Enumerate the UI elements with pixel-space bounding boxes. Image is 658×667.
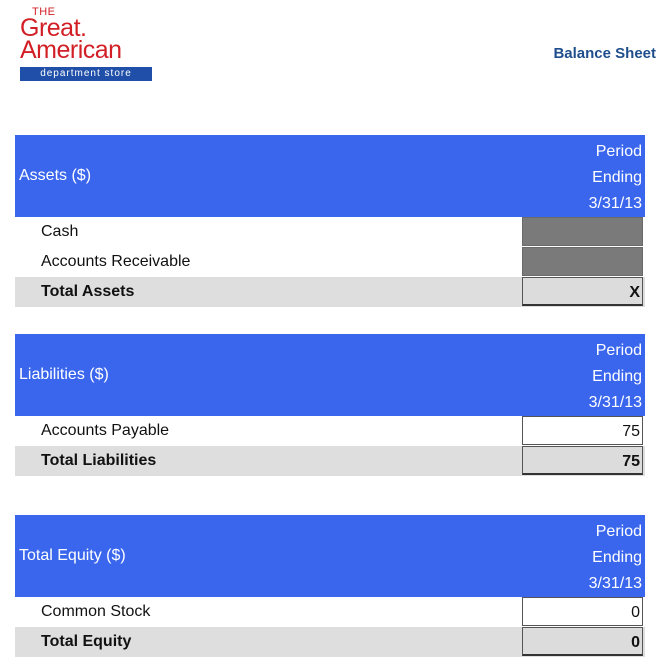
period-header: Period Ending 3/31/13 xyxy=(589,338,642,416)
liabilities-header: Liabilities ($) Period Ending 3/31/13 xyxy=(15,334,645,416)
accounts-receivable-value-cell[interactable] xyxy=(522,247,643,276)
company-logo: THE Great. American department store xyxy=(20,6,154,82)
period-line-3: 3/31/13 xyxy=(588,195,642,212)
assets-section: Assets ($) Period Ending 3/31/13 Cash Ac… xyxy=(15,135,645,307)
liabilities-title: Liabilities ($) xyxy=(19,366,109,383)
table-row-cash: Cash xyxy=(15,217,645,247)
total-liabilities-value-cell[interactable]: 75 xyxy=(522,446,643,475)
period-line-1: Period xyxy=(595,523,642,540)
period-line-2: Ending xyxy=(592,169,642,186)
period-line-3: 3/31/13 xyxy=(588,394,642,411)
accounts-payable-value-cell[interactable]: 75 xyxy=(522,416,643,445)
table-row-accounts-payable: Accounts Payable 75 xyxy=(15,416,645,446)
equity-title: Total Equity ($) xyxy=(19,547,126,564)
row-label: Total Liabilities xyxy=(41,452,157,469)
row-label: Total Equity xyxy=(41,633,132,650)
logo-american-text: American xyxy=(20,36,122,64)
table-row-common-stock: Common Stock 0 xyxy=(15,597,645,627)
period-line-3: 3/31/13 xyxy=(588,575,642,592)
document-title: Balance Sheet xyxy=(553,45,656,62)
assets-header: Assets ($) Period Ending 3/31/13 xyxy=(15,135,645,217)
equity-section: Total Equity ($) Period Ending 3/31/13 C… xyxy=(15,515,645,657)
row-label: Accounts Payable xyxy=(41,422,170,439)
table-row-total-assets: Total Assets X xyxy=(15,277,645,307)
row-label: Cash xyxy=(41,223,79,240)
row-label: Accounts Receivable xyxy=(41,253,191,270)
logo-tagline: department store xyxy=(20,67,152,81)
liabilities-section: Liabilities ($) Period Ending 3/31/13 Ac… xyxy=(15,334,645,476)
period-line-2: Ending xyxy=(592,549,642,566)
table-row-total-equity: Total Equity 0 xyxy=(15,627,645,657)
period-line-1: Period xyxy=(595,143,642,160)
period-line-2: Ending xyxy=(592,368,642,385)
period-header: Period Ending 3/31/13 xyxy=(589,519,642,597)
equity-header: Total Equity ($) Period Ending 3/31/13 xyxy=(15,515,645,597)
cash-value-cell[interactable] xyxy=(522,217,643,246)
row-label: Common Stock xyxy=(41,603,151,620)
total-assets-value-cell[interactable]: X xyxy=(522,277,643,306)
table-row-accounts-receivable: Accounts Receivable xyxy=(15,247,645,277)
total-equity-value-cell[interactable]: 0 xyxy=(522,627,643,656)
period-line-1: Period xyxy=(595,342,642,359)
assets-title: Assets ($) xyxy=(19,167,92,184)
table-row-total-liabilities: Total Liabilities 75 xyxy=(15,446,645,476)
common-stock-value-cell[interactable]: 0 xyxy=(522,597,643,626)
period-header: Period Ending 3/31/13 xyxy=(589,139,642,217)
row-label: Total Assets xyxy=(41,283,135,300)
